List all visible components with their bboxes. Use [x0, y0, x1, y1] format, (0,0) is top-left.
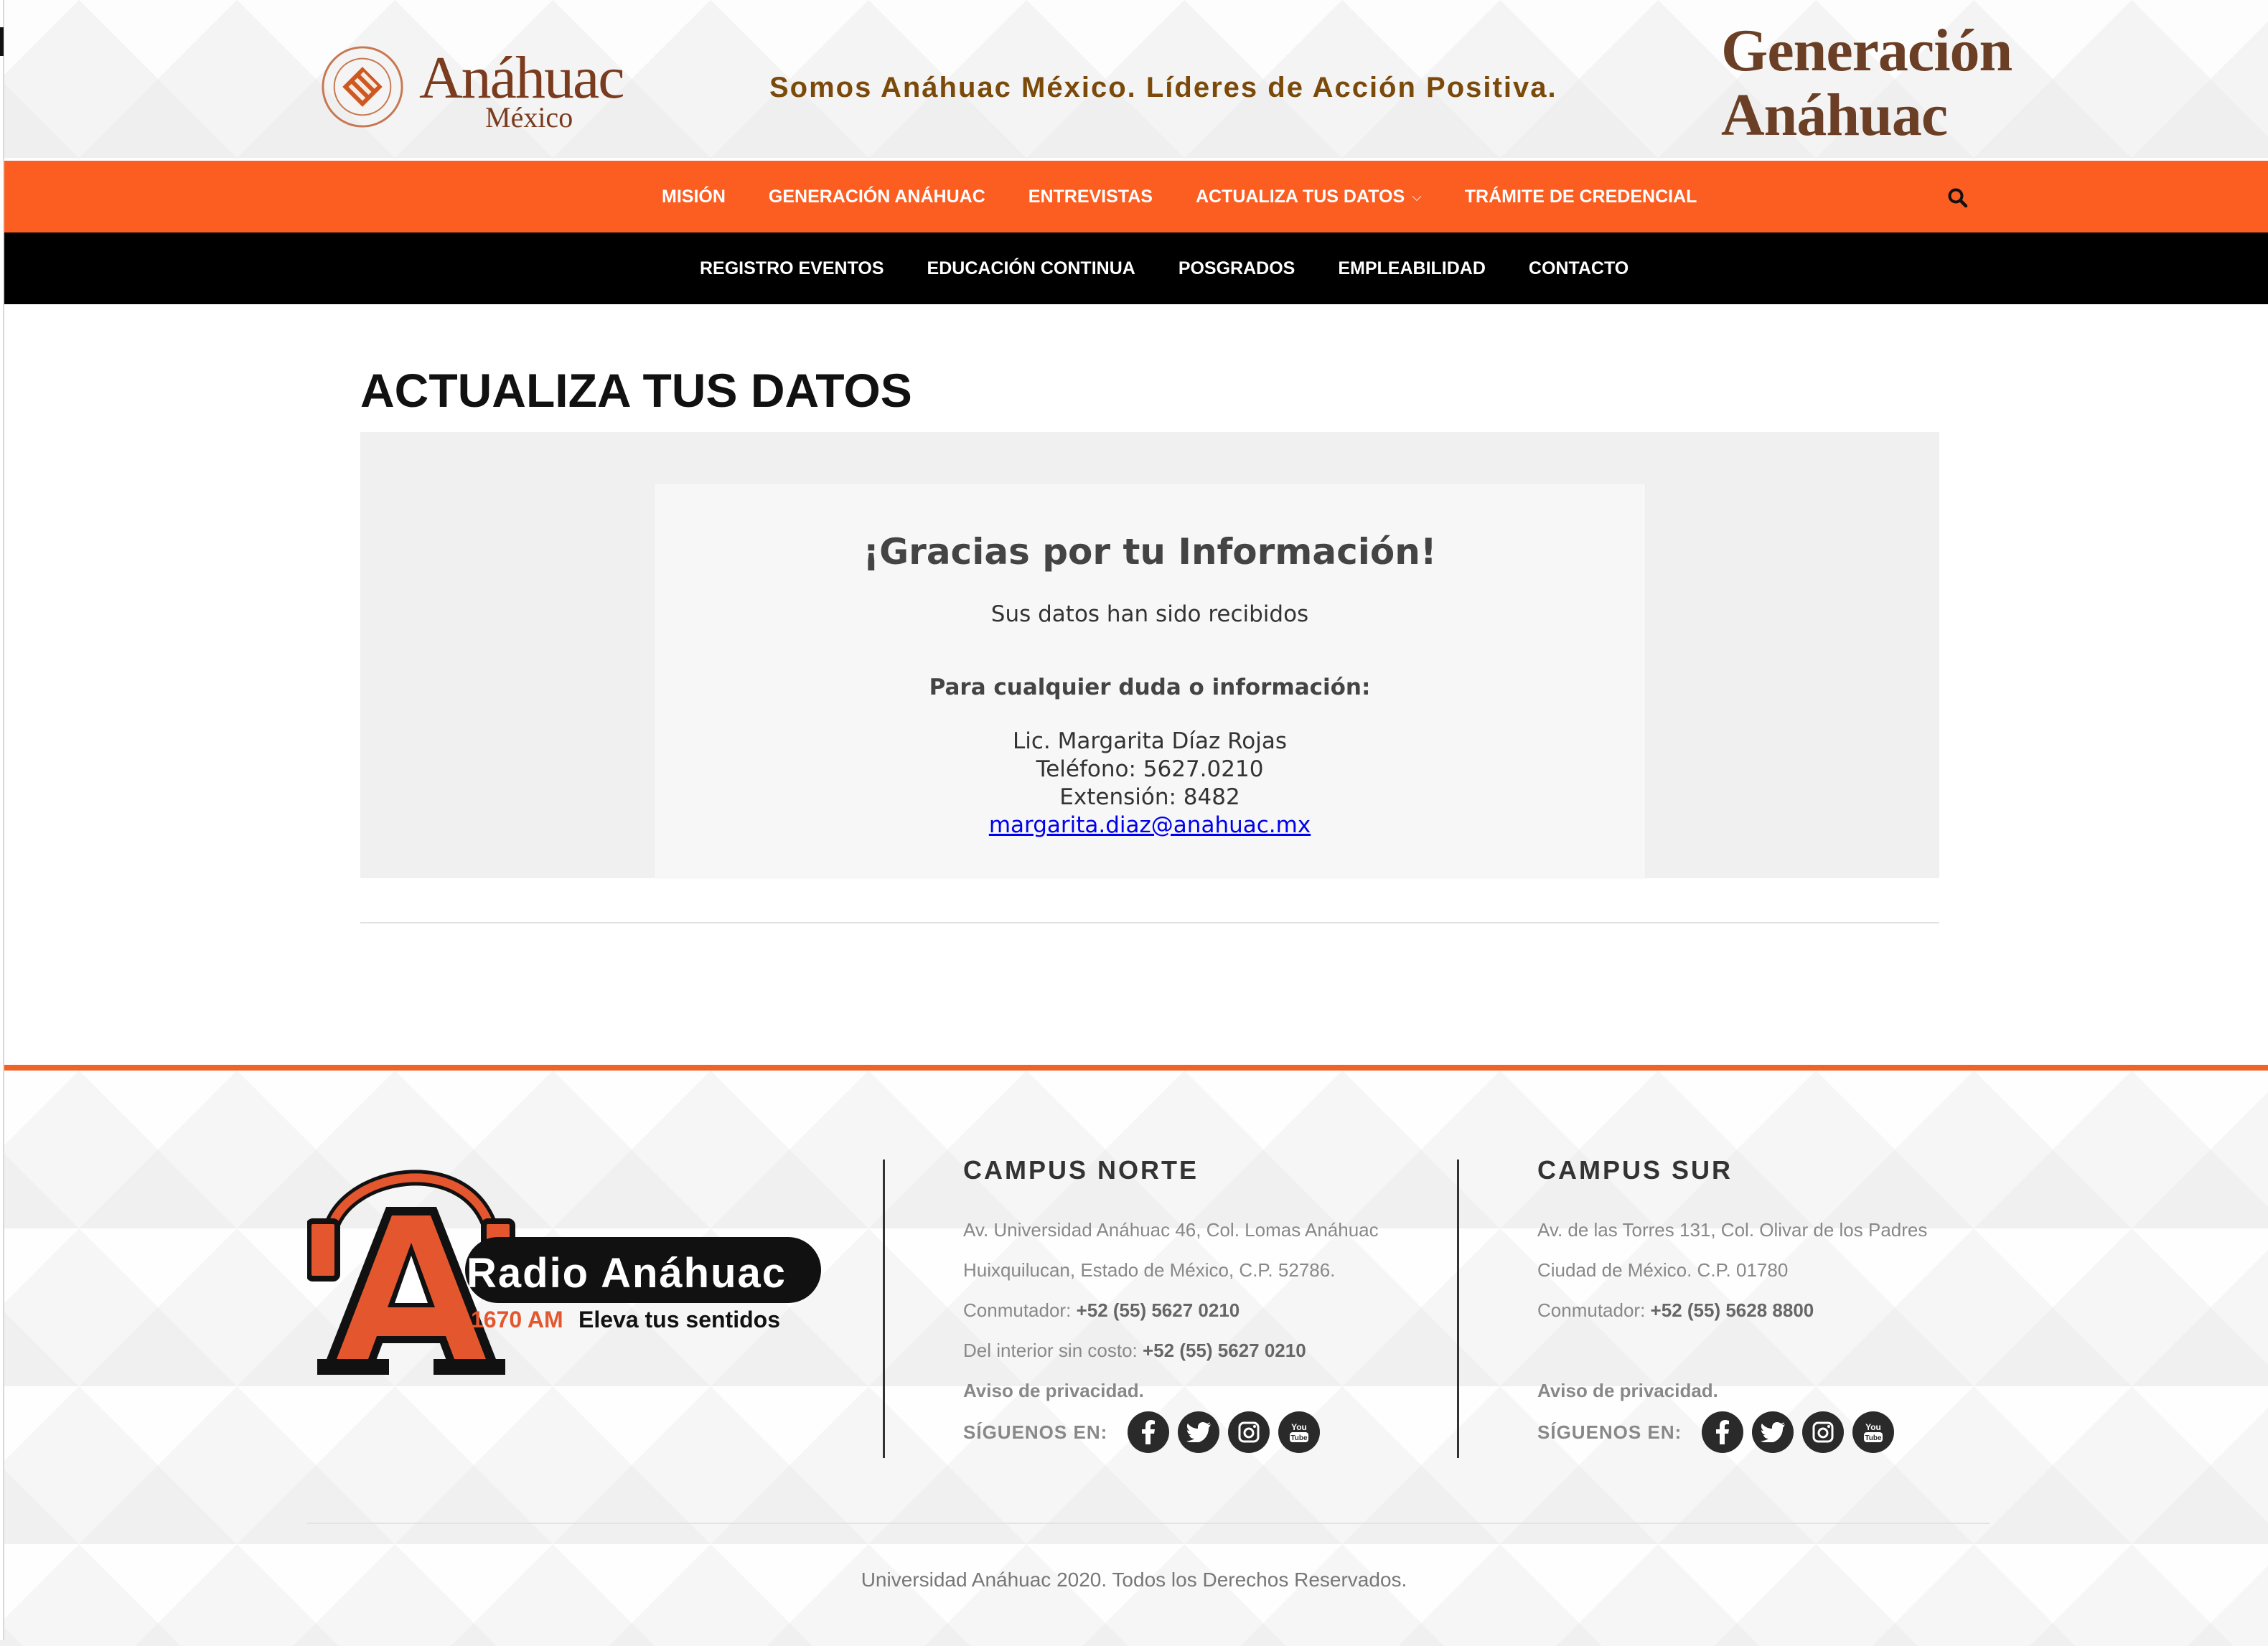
nav-entrevistas[interactable]: ENTREVISTAS — [1028, 187, 1153, 207]
nav-educacion-continua[interactable]: EDUCACIÓN CONTINUA — [927, 258, 1135, 279]
footer-column-divider — [883, 1160, 885, 1458]
generation-line-2: Anáhuac — [1721, 82, 1948, 149]
campus-norte-address-2: Huixquilucan, Estado de México, C.P. 527… — [963, 1259, 1336, 1281]
nav-label: GENERACIÓN ANÁHUAC — [768, 186, 985, 207]
campus-norte-phone-line: Conmutador: +52 (55) 5627 0210 — [963, 1290, 1379, 1330]
copyright: Universidad Anáhuac 2020. Todos los Dere… — [861, 1569, 1407, 1591]
follow-label: SÍGUENOS EN: — [963, 1421, 1108, 1443]
generacion-anahuac-logo[interactable]: Generación Anáhuac — [1721, 19, 2012, 148]
window-edge — [0, 0, 4, 1640]
campus-norte-title: CAMPUS NORTE — [963, 1155, 1199, 1185]
page-title: ACTUALIZA TUS DATOS — [360, 364, 912, 417]
chevron-down-icon: ⌵ — [1412, 189, 1422, 204]
nav-label: EMPLEABILIDAD — [1338, 258, 1486, 278]
nav-label: TRÁMITE DE CREDENCIAL — [1464, 186, 1697, 207]
tollfree-label: Del interior sin costo: — [963, 1340, 1138, 1361]
tollfree-number: +52 (55) 5627 0210 — [1143, 1340, 1306, 1361]
nav-posgrados[interactable]: POSGRADOS — [1178, 258, 1295, 279]
nav-label: MISIÓN — [662, 186, 726, 207]
content-divider — [360, 922, 1939, 923]
privacy-link-norte[interactable]: Aviso de privacidad. — [963, 1370, 1379, 1411]
site-header: Anáhuac México Somos Anáhuac México. Líd… — [0, 0, 2268, 159]
campus-sur-phone-line: Conmutador: +52 (55) 5628 8800 — [1537, 1290, 1927, 1330]
twitter-icon[interactable] — [1178, 1411, 1220, 1453]
logo-subtitle: México — [485, 101, 573, 133]
radio-frequency: 1670 AM — [471, 1307, 563, 1332]
nav-tramite-de-credencial[interactable]: TRÁMITE DE CREDENCIAL — [1465, 187, 1697, 207]
campus-sur-address-2: Ciudad de México. C.P. 01780 — [1537, 1259, 1789, 1281]
secondary-nav: REGISTRO EVENTOS EDUCACIÓN CONTINUA POSG… — [0, 232, 2268, 304]
svg-text:You: You — [1291, 1422, 1307, 1432]
nav-label: ENTREVISTAS — [1028, 186, 1153, 207]
university-seal-icon — [322, 46, 403, 128]
social-row-sur: SÍGUENOS EN: You Tube — [1537, 1411, 1927, 1454]
nav-generacion-anahuac[interactable]: GENERACIÓN ANÁHUAC — [769, 187, 985, 207]
contact-info: Lic. Margarita Díaz Rojas Teléfono: 5627… — [655, 728, 1645, 840]
privacy-link-sur[interactable]: Aviso de privacidad. — [1537, 1370, 1927, 1411]
nav-label: EDUCACIÓN CONTINUA — [927, 258, 1135, 278]
campus-sur-title: CAMPUS SUR — [1537, 1155, 1733, 1185]
nav-label: REGISTRO EVENTOS — [700, 258, 884, 278]
contact-heading: Para cualquier duda o información: — [929, 674, 1371, 700]
nav-registro-eventos[interactable]: REGISTRO EVENTOS — [700, 258, 884, 279]
primary-nav: MISIÓN GENERACIÓN ANÁHUAC ENTREVISTAS AC… — [0, 161, 2268, 232]
contact-name: Lic. Margarita Díaz Rojas — [1012, 728, 1288, 754]
radio-name: Radio Anáhuac — [467, 1250, 787, 1297]
anahuac-logo[interactable]: Anáhuac México — [320, 40, 636, 133]
facebook-icon[interactable] — [1702, 1411, 1744, 1453]
phone-number: +52 (55) 5627 0210 — [1076, 1299, 1240, 1321]
campus-norte-tollfree-line: Del interior sin costo: +52 (55) 5627 02… — [963, 1330, 1379, 1370]
received-message: Sus datos han sido recibidos — [990, 601, 1309, 627]
thanks-heading: ¡Gracias por tu Información! — [863, 531, 1437, 573]
nav-contacto[interactable]: CONTACTO — [1529, 258, 1629, 279]
radio-slogan: Eleva tus sentidos — [578, 1307, 780, 1332]
youtube-icon[interactable]: You Tube — [1852, 1411, 1895, 1453]
campus-norte: CAMPUS NORTE Av. Universidad Anáhuac 46,… — [963, 1155, 1379, 1454]
phone-number: +52 (55) 5628 8800 — [1650, 1299, 1814, 1321]
svg-text:You: You — [1865, 1422, 1881, 1432]
nav-label: CONTACTO — [1528, 258, 1629, 278]
footer-column-divider — [1457, 1160, 1459, 1458]
nav-actualiza-tus-datos[interactable]: ACTUALIZA TUS DATOS ⌵ — [1196, 187, 1422, 207]
nav-label: POSGRADOS — [1178, 258, 1295, 278]
radio-anahuac-logo[interactable]: Radio Anáhuac 1670 AM Eleva tus sentidos — [307, 1149, 824, 1379]
instagram-icon[interactable] — [1802, 1411, 1845, 1453]
youtube-icon[interactable]: You Tube — [1278, 1411, 1321, 1453]
campus-norte-address-1: Av. Universidad Anáhuac 46, Col. Lomas A… — [963, 1219, 1379, 1241]
generation-line-1: Generación — [1721, 17, 2012, 84]
contact-email-link[interactable]: margarita.diaz@anahuac.mx — [989, 812, 1311, 838]
confirmation-card: ¡Gracias por tu Información! Sus datos h… — [655, 484, 1645, 878]
twitter-icon[interactable] — [1752, 1411, 1794, 1453]
svg-text:Tube: Tube — [1291, 1434, 1308, 1442]
facebook-icon[interactable] — [1128, 1411, 1170, 1453]
search-icon[interactable] — [1946, 187, 1969, 210]
contact-phone: Teléfono: 5627.0210 — [1036, 756, 1264, 782]
campus-sur-address-1: Av. de las Torres 131, Col. Olivar de lo… — [1537, 1219, 1928, 1241]
phone-label: Conmutador: — [1537, 1299, 1646, 1321]
header-tagline: Somos Anáhuac México. Líderes de Acción … — [769, 72, 1557, 103]
contact-extension: Extensión: 8482 — [1059, 784, 1240, 810]
campus-sur: CAMPUS SUR Av. de las Torres 131, Col. O… — [1537, 1155, 1927, 1454]
nav-mision[interactable]: MISIÓN — [662, 187, 726, 207]
footer-divider — [307, 1523, 1990, 1524]
nav-empleabilidad[interactable]: EMPLEABILIDAD — [1338, 258, 1486, 279]
instagram-icon[interactable] — [1228, 1411, 1270, 1453]
nav-label: ACTUALIZA TUS DATOS — [1195, 186, 1405, 207]
svg-text:Tube: Tube — [1865, 1434, 1883, 1442]
site-footer: Radio Anáhuac 1670 AM Eleva tus sentidos… — [0, 1065, 2268, 1646]
follow-label: SÍGUENOS EN: — [1537, 1421, 1682, 1443]
social-row-norte: SÍGUENOS EN: You Tube — [963, 1411, 1379, 1454]
phone-label: Conmutador: — [963, 1299, 1072, 1321]
